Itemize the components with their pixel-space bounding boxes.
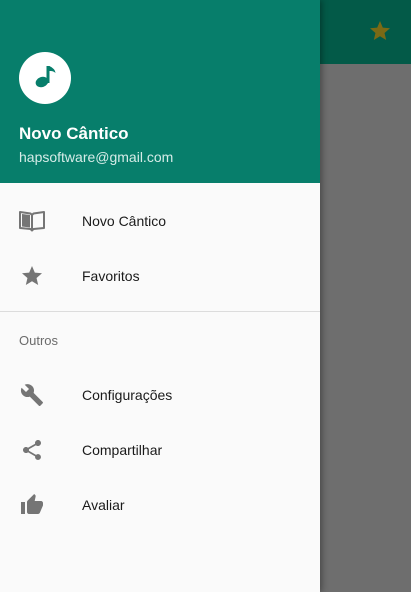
header-email: hapsoftware@gmail.com (19, 149, 174, 165)
star-icon (19, 263, 45, 289)
share-icon (19, 437, 45, 463)
menu-item-label: Novo Cântico (82, 212, 167, 229)
menu-item-favoritos[interactable]: Favoritos (0, 248, 320, 303)
section-title-outros: Outros (19, 333, 59, 348)
thumbs-up-icon (19, 492, 45, 518)
menu-item-label: Favoritos (82, 267, 140, 284)
menu-item-configuracoes[interactable]: Configurações (0, 367, 320, 422)
star-icon[interactable] (368, 19, 392, 43)
avatar (19, 52, 71, 104)
book-icon (19, 208, 45, 234)
wrench-icon (19, 382, 45, 408)
navigation-drawer: Novo Cântico hapsoftware@gmail.com Novo … (0, 0, 320, 592)
menu-item-label: Avaliar (82, 496, 125, 513)
menu-item-label: Configurações (82, 386, 173, 403)
drawer-header: Novo Cântico hapsoftware@gmail.com (0, 0, 320, 183)
header-app-name: Novo Cântico (19, 124, 129, 143)
menu-item-compartilhar[interactable]: Compartilhar (0, 422, 320, 477)
music-note-icon (28, 59, 62, 98)
menu-item-novo-cantico[interactable]: Novo Cântico (0, 193, 320, 248)
divider (0, 311, 320, 312)
menu-item-avaliar[interactable]: Avaliar (0, 477, 320, 532)
menu-item-label: Compartilhar (82, 441, 163, 458)
